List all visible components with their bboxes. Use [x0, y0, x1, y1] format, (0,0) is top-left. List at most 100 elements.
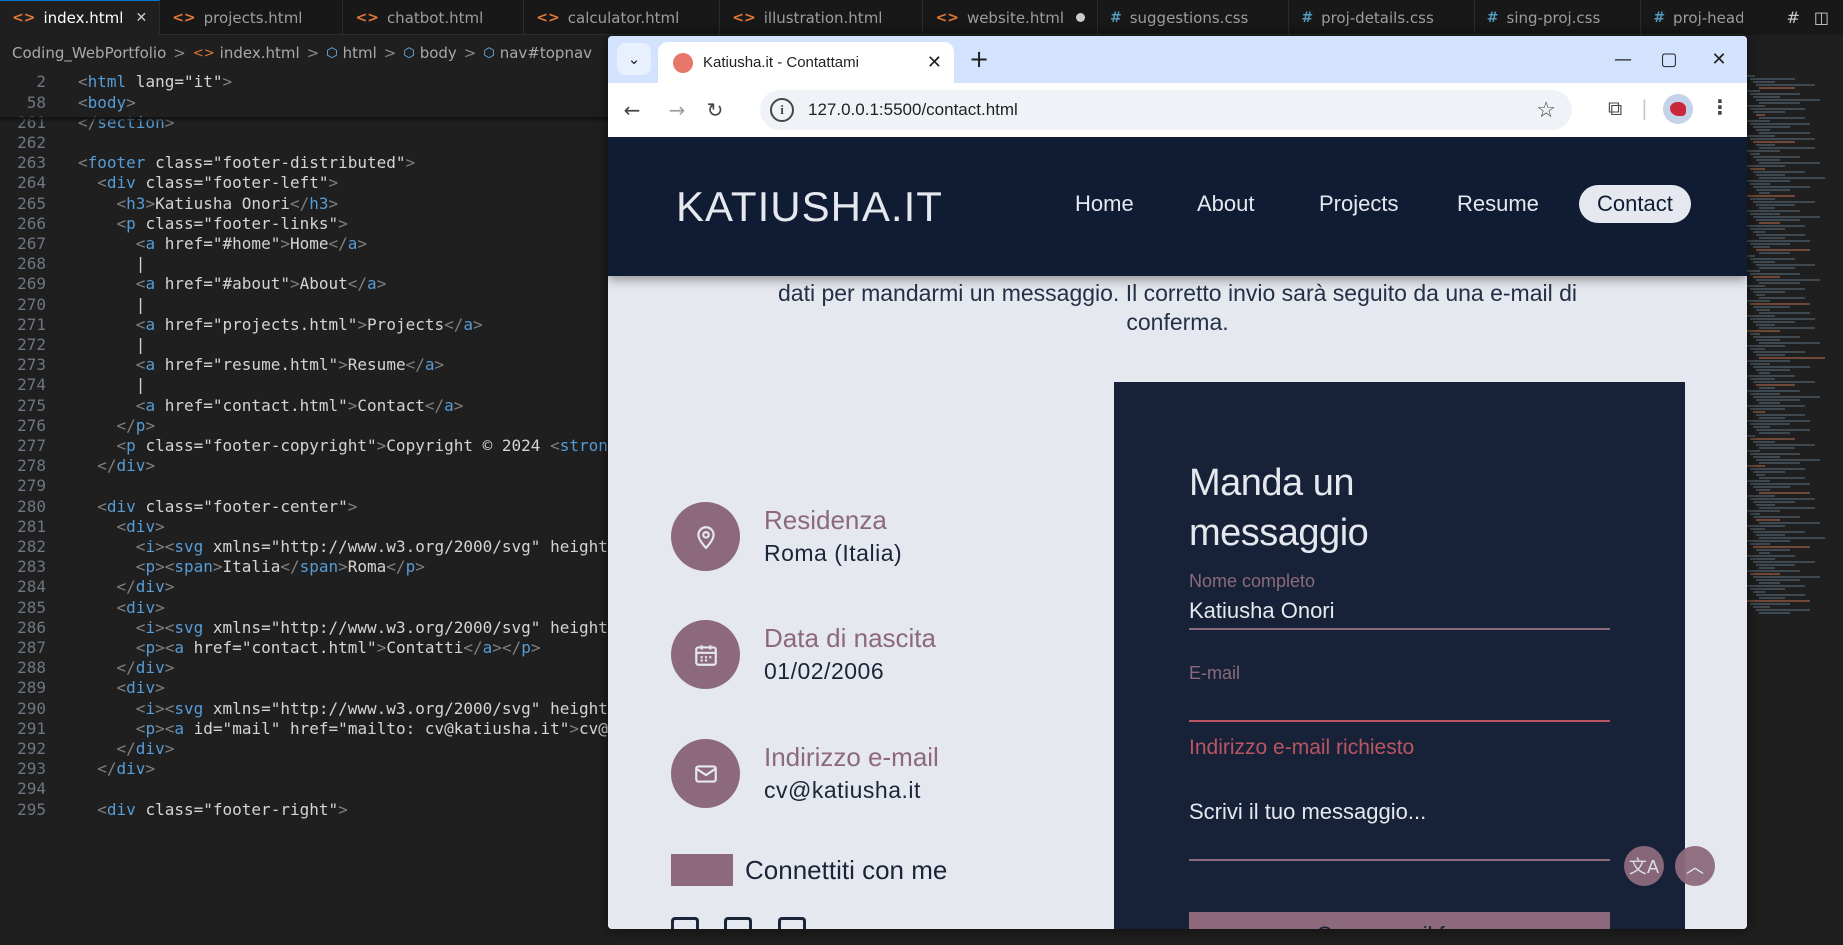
nav-resume[interactable]: Resume: [1457, 191, 1539, 217]
line-number: 283: [17, 557, 46, 577]
code-text: <html lang="it">: [78, 72, 233, 92]
split-editor-icon[interactable]: ◫: [1814, 8, 1829, 27]
breadcrumb-item[interactable]: body: [420, 44, 457, 62]
minimap-line: [1747, 525, 1785, 527]
editor-tab[interactable]: <> illustration.html: [720, 0, 924, 35]
instagram-icon[interactable]: [724, 917, 752, 929]
line-number: 291: [17, 718, 46, 738]
minimap-line: [1750, 348, 1765, 350]
email-field[interactable]: [1189, 686, 1610, 722]
mail-icon: [671, 739, 740, 808]
minimap-line: [1759, 87, 1795, 89]
code-text: |: [78, 294, 146, 314]
minimap-line: [1753, 306, 1790, 308]
minimap-line: [1753, 366, 1810, 368]
back-button[interactable]: ←: [617, 95, 647, 125]
minimap-line: [1759, 162, 1820, 164]
new-tab-button[interactable]: +: [964, 44, 994, 74]
code-text: <div class="footer-center">: [97, 496, 358, 516]
breadcrumb-item[interactable]: nav#topnav: [500, 44, 592, 62]
editor-tab-label: sing-proj.css: [1506, 8, 1601, 27]
minimap-line: [1753, 96, 1780, 98]
extensions-icon[interactable]: ⧉: [1608, 96, 1622, 120]
minimap-line: [1753, 516, 1800, 518]
minimap-line: [1753, 336, 1800, 338]
minimap-line: [1753, 606, 1770, 608]
submit-button[interactable]: Consegna il form: [1189, 912, 1610, 929]
site-info-icon[interactable]: i: [770, 98, 794, 122]
minimap-line: [1759, 552, 1770, 554]
editor-tab[interactable]: # sing-proj.css: [1475, 0, 1642, 35]
code-text: </div>: [116, 738, 175, 758]
nav-about[interactable]: About: [1197, 191, 1255, 217]
close-tab-icon[interactable]: ✕: [927, 52, 942, 73]
breadcrumb-item[interactable]: Coding_WebPortfolio: [12, 44, 166, 62]
minimap-line: [1756, 279, 1820, 281]
maximize-button[interactable]: ▢: [1641, 36, 1697, 83]
nav-projects[interactable]: Projects: [1319, 191, 1398, 217]
symbol-icon: ⬡: [326, 45, 338, 61]
minimap[interactable]: [1745, 75, 1843, 945]
editor-tab[interactable]: <> calculator.html: [524, 0, 721, 35]
code-text: </div>: [116, 577, 175, 597]
minimap-line: [1747, 330, 1780, 332]
linkedin-icon[interactable]: [671, 917, 699, 929]
message-textarea[interactable]: Scrivi il tuo messaggio...: [1189, 789, 1610, 861]
calendar-icon: [671, 620, 740, 689]
reload-button[interactable]: ↻: [700, 95, 730, 125]
profile-avatar[interactable]: [1663, 94, 1693, 124]
info-value[interactable]: cv@katiusha.it: [764, 777, 939, 804]
name-field[interactable]: [1189, 594, 1610, 630]
minimap-line: [1747, 570, 1800, 572]
code-line[interactable]: 295 <div class="footer-right">: [0, 797, 348, 821]
forward-button[interactable]: →: [662, 95, 692, 125]
code-text: </div>: [97, 456, 156, 476]
editor-tab[interactable]: <> index.html ✕: [0, 0, 161, 35]
tab-search-button[interactable]: ⌄: [617, 43, 651, 75]
minimap-line: [1759, 312, 1810, 314]
editor-tab[interactable]: <> website.html: [923, 0, 1098, 35]
breadcrumb-separator: >: [173, 44, 186, 62]
code-text: <div>: [116, 597, 165, 617]
editor-tab[interactable]: <> projects.html: [160, 0, 344, 35]
line-number: 293: [17, 759, 46, 779]
address-bar[interactable]: i 127.0.0.1:5500/contact.html ☆: [760, 90, 1572, 130]
minimap-line: [1756, 129, 1770, 131]
site-logo[interactable]: KATIUSHA.IT: [676, 183, 943, 231]
code-text: <a href="contact.html">Contact</a>: [135, 395, 464, 415]
browser-menu-icon[interactable]: ⋮: [1710, 95, 1730, 119]
nav-contact[interactable]: Contact: [1579, 185, 1691, 223]
nav-home[interactable]: Home: [1075, 191, 1134, 217]
minimap-line: [1759, 507, 1815, 509]
minimap-line: [1747, 285, 1765, 287]
minimap-line: [1747, 510, 1780, 512]
more-tabs-icon[interactable]: #: [1786, 8, 1799, 27]
favicon-icon: [673, 52, 693, 73]
breadcrumb-item[interactable]: index.html: [220, 44, 300, 62]
minimap-line: [1753, 171, 1805, 173]
minimap-line: [1756, 489, 1770, 491]
breadcrumb-item[interactable]: html: [343, 44, 377, 62]
code-text: </div>: [97, 759, 156, 779]
code-text: <footer class="footer-distributed">: [78, 153, 416, 173]
bookmark-star-icon[interactable]: ☆: [1536, 97, 1556, 123]
editor-tab[interactable]: # proj-details.css: [1289, 0, 1475, 35]
url-text[interactable]: 127.0.0.1:5500/contact.html: [808, 100, 1018, 120]
html-file-icon: <>: [732, 9, 756, 26]
contact-form: Manda un messaggio Nome completo E-mail …: [1114, 382, 1685, 929]
browser-tab[interactable]: Katiusha.it - Contattami ✕: [658, 42, 954, 83]
unsaved-dot-icon[interactable]: [1075, 13, 1085, 22]
window-close-button[interactable]: ✕: [1691, 36, 1747, 83]
line-number: 270: [17, 294, 46, 314]
github-icon[interactable]: [778, 917, 806, 929]
scroll-top-icon[interactable]: ︿: [1675, 846, 1715, 886]
editor-tab[interactable]: # suggestions.css: [1098, 0, 1290, 35]
browser-toolbar: ← → ↻ i 127.0.0.1:5500/contact.html ☆ ⧉ …: [608, 83, 1747, 137]
minimap-line: [1756, 249, 1810, 251]
minimap-line: [1756, 579, 1800, 581]
minimap-line: [1747, 165, 1785, 167]
browser-tab-title: Katiusha.it - Contattami: [703, 54, 859, 71]
translate-icon[interactable]: 文A: [1624, 846, 1664, 886]
close-icon[interactable]: ✕: [135, 10, 147, 26]
editor-tab[interactable]: <> chatbot.html: [343, 0, 525, 35]
